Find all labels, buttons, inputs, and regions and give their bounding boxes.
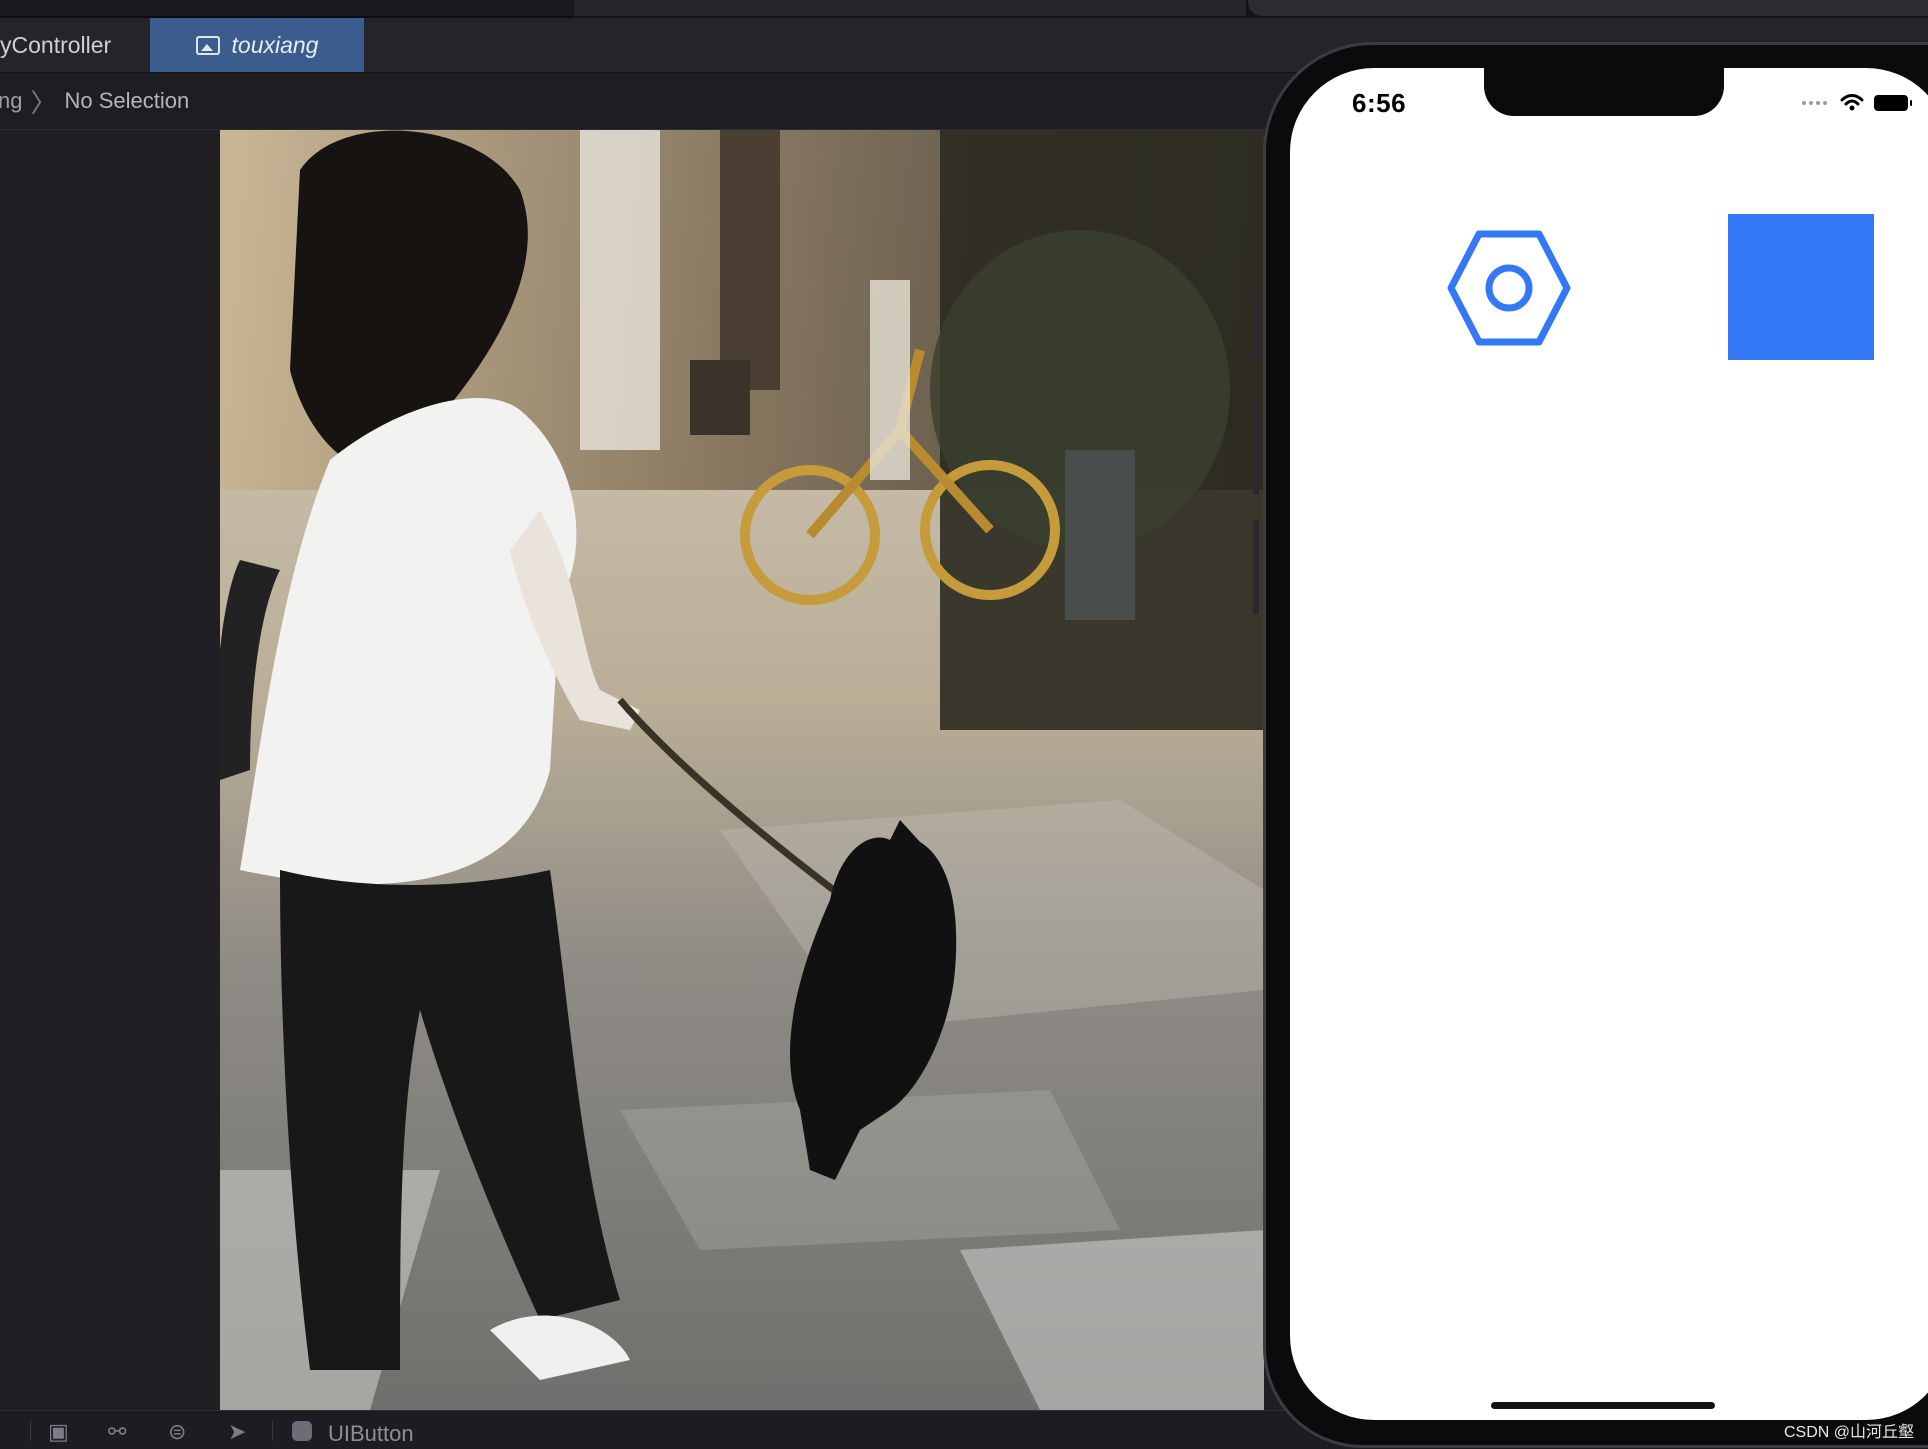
simulator-screen: 6:56: [1290, 68, 1928, 1420]
cube-icon[interactable]: ▣: [48, 1419, 69, 1445]
tab-label: yController: [0, 31, 112, 58]
tab-touxiang[interactable]: touxiang: [150, 18, 364, 72]
canvas-image-preview: [220, 130, 1264, 1410]
top-strip-segment: [0, 0, 572, 18]
top-strip-segment: [1248, 0, 1928, 16]
display-notch: [1484, 68, 1724, 116]
wifi-icon: [1840, 94, 1864, 111]
settings-button[interactable]: [1445, 228, 1573, 348]
touxiang-photo: [220, 130, 1264, 1410]
breadcrumb-selection[interactable]: No Selection: [65, 88, 190, 114]
top-strip-segment: [574, 0, 1246, 16]
tab-view-controller[interactable]: yController: [0, 18, 111, 72]
image-icon: [195, 35, 220, 55]
toolbar-divider: [30, 1421, 31, 1441]
share-graph-icon[interactable]: ⚯: [108, 1419, 126, 1445]
home-indicator[interactable]: [1491, 1402, 1715, 1409]
uibutton-class-icon: [292, 1421, 312, 1441]
volume-up-button: [1253, 400, 1259, 495]
status-bar-indicators: [1802, 94, 1912, 112]
location-arrow-icon[interactable]: ➤: [228, 1419, 246, 1445]
toolbar-divider: [272, 1421, 273, 1441]
tab-label: touxiang: [231, 31, 319, 58]
volume-down-button: [1253, 520, 1259, 615]
battery-icon: [1874, 95, 1912, 111]
mute-switch: [1253, 300, 1259, 360]
chevron-right-icon: 〉: [30, 87, 57, 118]
watermark-text: CSDN @山河丘壑: [1783, 1424, 1914, 1441]
status-bar-time: 6:56: [1352, 88, 1407, 118]
hexagon-gear-icon: [1447, 230, 1571, 346]
window-top-strip: [0, 0, 1928, 18]
toggle-icon[interactable]: ⊜: [168, 1419, 186, 1445]
blue-square-view[interactable]: [1728, 214, 1874, 360]
breadcrumb-item[interactable]: ng: [0, 88, 22, 114]
selected-class-label[interactable]: UIButton: [328, 1421, 414, 1447]
cellular-signal-icon: [1802, 101, 1830, 105]
canvas-left-gutter: [0, 130, 220, 1410]
